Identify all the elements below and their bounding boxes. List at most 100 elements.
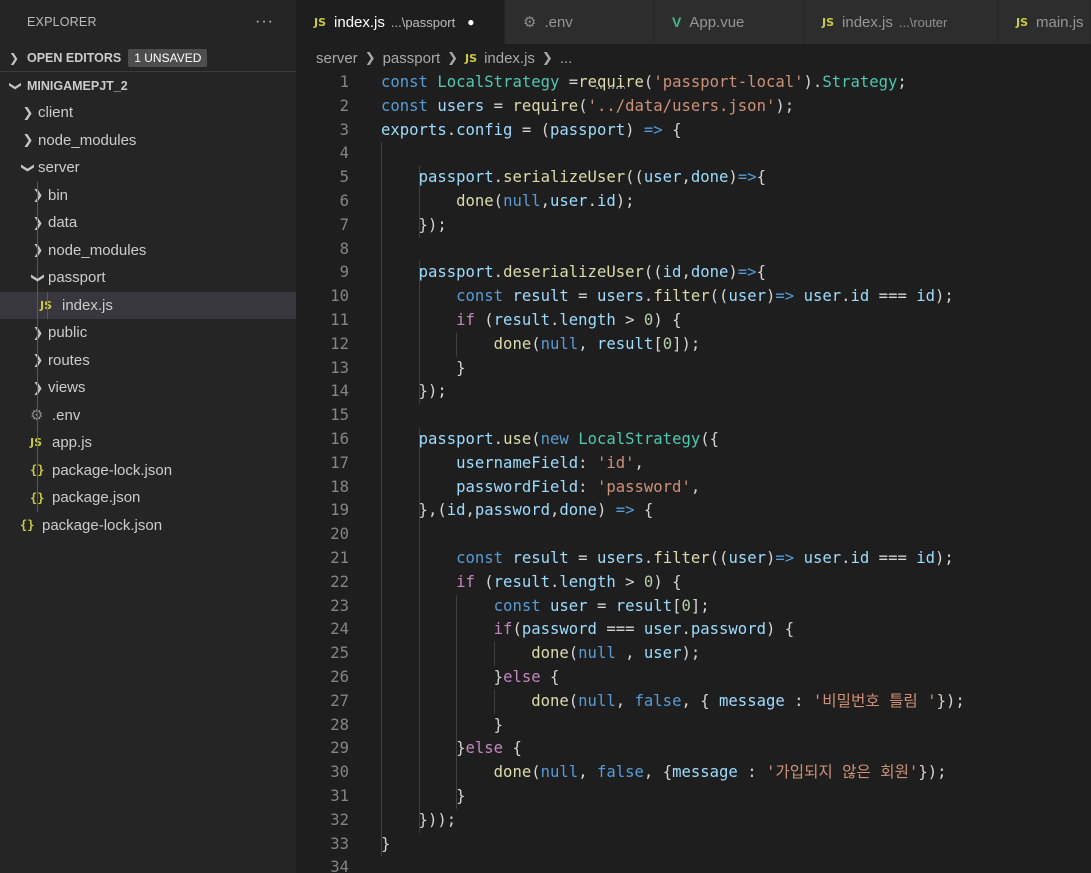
explorer-sidebar: EXPLORER ··· ❯ OPEN EDITORS 1 UNSAVED ❯ … (0, 0, 296, 873)
code-token: ); (681, 644, 701, 663)
tree-item-package-lock-json[interactable]: {}package-lock.json (0, 456, 296, 484)
code-line: 26 }else { (296, 666, 1091, 690)
breadcrumb-item[interactable]: passport (383, 50, 441, 67)
code-token: . (493, 430, 504, 448)
tree-item-server[interactable]: ❯ server (0, 154, 296, 182)
tab-description: ...\passport (390, 14, 456, 30)
code-token: id (850, 287, 870, 306)
code-token: ). (803, 73, 823, 91)
tree-item-bin[interactable]: ❯ bin (0, 181, 296, 209)
tree-item--env[interactable]: ⚙.env (0, 401, 296, 429)
code-token: ( (531, 334, 541, 353)
tab-index-js[interactable]: JS index.js ...\passport ● (296, 0, 505, 44)
code-token: passport (550, 120, 626, 139)
code-token: . (841, 549, 851, 567)
js-file-icon: JS (822, 15, 835, 29)
code-token: serializeUser (503, 168, 626, 187)
code-token: 'id' (596, 453, 635, 472)
code-token: = ( (512, 120, 551, 139)
indent-guide (37, 346, 38, 374)
code-text: passwordField: 'password', (381, 476, 700, 500)
tree-item-node-modules[interactable]: ❯ node_modules (0, 127, 296, 155)
tab-label: index.js (334, 13, 385, 31)
code-token: ); (935, 549, 954, 567)
code-token: passport (418, 263, 494, 282)
chevron-right-icon: ❯ (32, 379, 44, 395)
code-token: }); (936, 691, 965, 710)
line-number: 26 (330, 668, 349, 686)
open-editors-label: OPEN EDITORS (27, 50, 122, 65)
code-token: passport (418, 168, 494, 187)
breadcrumb-file[interactable]: index.js (484, 50, 535, 67)
code-line: 23 const user = result[0]; (296, 595, 1091, 619)
tree-item-node-modules[interactable]: ❯ node_modules (0, 236, 296, 264)
code-line: 6 done(null,user.id); (296, 190, 1091, 214)
breadcrumb-item[interactable]: server (316, 50, 358, 67)
tree-item-app-js[interactable]: JS app.js (0, 429, 296, 457)
tab-app-vue[interactable]: V App.vue (654, 0, 804, 44)
code-token: 0 (643, 572, 654, 591)
tree-item-label: index.js (62, 296, 113, 314)
code-text: const LocalStrategy =require('passport-l… (381, 72, 907, 95)
tab-main-js[interactable]: JS main.js (998, 0, 1091, 44)
line-number: 33 (330, 834, 349, 853)
code-token: = (568, 287, 597, 306)
code-token: 0 (643, 311, 654, 329)
code-text: done(null , user); (381, 642, 700, 666)
tree-item-public[interactable]: ❯ public (0, 319, 296, 347)
code-editor[interactable]: 1 const LocalStrategy =require('passport-… (296, 72, 1091, 873)
code-token: . (493, 168, 504, 187)
line-number: 8 (339, 239, 349, 258)
tab--env[interactable]: ⚙ .env (505, 0, 654, 44)
open-editors-section[interactable]: ❯ OPEN EDITORS 1 UNSAVED (0, 44, 296, 71)
code-line: 27 done(null, false, { message : '비밀번호 틀… (296, 690, 1091, 714)
code-line: 21 const result = users.filter((user)=> … (296, 547, 1091, 571)
more-actions-icon[interactable]: ··· (255, 14, 274, 30)
tree-item-label: package.json (52, 489, 141, 507)
code-line: 18 passwordField: 'password', (296, 476, 1091, 500)
code-token: null (578, 644, 616, 663)
line-number: 31 (330, 787, 349, 805)
code-line: 19 },(id,password,done) => { (296, 499, 1091, 523)
code-token: id (916, 287, 936, 306)
tree-item-package-lock-json[interactable]: {}package-lock.json (0, 512, 296, 540)
breadcrumb-symbol[interactable]: ... (560, 50, 573, 67)
code-token: . (643, 287, 654, 306)
code-text: done(null, false, { message : '비밀번호 틀림 '… (381, 690, 965, 714)
code-token: user (643, 168, 682, 187)
code-token: > (615, 572, 644, 591)
tree-item-routes[interactable]: ❯ routes (0, 346, 296, 374)
code-line: 4 (296, 142, 1091, 166)
tree-item-passport[interactable]: ❯ passport (0, 264, 296, 292)
tree-item-client[interactable]: ❯ client (0, 99, 296, 127)
code-token: null (540, 334, 579, 353)
tree-item-index-js[interactable]: JS index.js (0, 291, 296, 319)
line-number: 18 (330, 477, 349, 496)
tree-item-views[interactable]: ❯ views (0, 374, 296, 402)
code-token: { (756, 168, 766, 187)
chevron-right-icon: ❯ (364, 50, 376, 65)
unsaved-dot-icon[interactable]: ● (467, 15, 474, 29)
tab-index-js[interactable]: JS index.js ...\router (804, 0, 998, 44)
tree-item-package-json[interactable]: {}package.json (0, 484, 296, 512)
code-token: done (456, 192, 494, 210)
line-number: 25 (330, 644, 349, 663)
code-line: 5 passport.serializeUser((user,done)=>{ (296, 166, 1091, 190)
tree-item-data[interactable]: ❯ data (0, 209, 296, 237)
code-token: . (550, 572, 560, 591)
code-line: 8 (296, 238, 1091, 262)
code-token: if (456, 572, 475, 591)
code-token: passwordField (456, 477, 579, 496)
code-token: ); (775, 96, 795, 115)
project-section[interactable]: ❯ MINIGAMEPJT_2 (0, 72, 296, 99)
chevron-right-icon: ❯ (32, 352, 44, 368)
code-token: null (578, 691, 616, 710)
code-token: length (559, 311, 616, 329)
project-label: MINIGAMEPJT_2 (27, 78, 128, 93)
line-number: 1 (339, 73, 349, 91)
chevron-right-icon: ❯ (9, 50, 20, 65)
code-token: user (643, 620, 682, 639)
